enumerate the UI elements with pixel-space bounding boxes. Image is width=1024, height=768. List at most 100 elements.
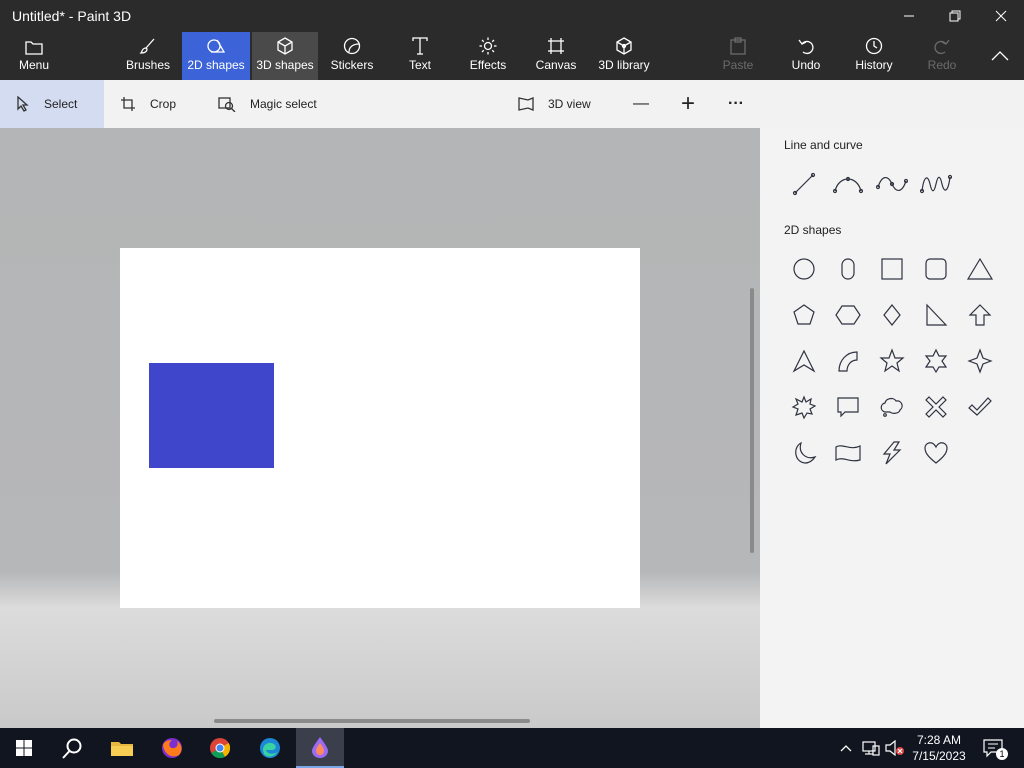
start-button[interactable] — [0, 728, 48, 768]
chrome-taskbar-button[interactable] — [196, 728, 244, 768]
crescent-shape[interactable] — [786, 435, 822, 471]
edge-icon — [260, 738, 280, 758]
select-tool[interactable]: Select — [0, 80, 104, 128]
windows-logo-icon — [16, 740, 32, 756]
close-button[interactable] — [978, 0, 1024, 32]
quarter-circle-shape[interactable] — [830, 343, 866, 379]
star-5-shape[interactable] — [874, 343, 910, 379]
quarter-circle-icon — [838, 351, 858, 372]
2d-shapes-tab[interactable]: 2D shapes — [182, 32, 250, 80]
3d-shapes-tab[interactable]: 3D shapes — [252, 32, 318, 80]
system-clock[interactable]: 7:28 AM 7/15/2023 — [908, 732, 970, 764]
minimize-button[interactable] — [886, 0, 932, 32]
minimize-icon — [904, 15, 914, 17]
arrow-up-icon — [968, 304, 992, 326]
paint-3d-taskbar-button[interactable] — [296, 728, 344, 768]
brushes-label: Brushes — [125, 58, 171, 72]
rounded-square-shape[interactable] — [918, 251, 954, 287]
x-shape[interactable] — [918, 389, 954, 425]
stickers-label: Stickers — [330, 58, 374, 72]
banner-icon — [835, 445, 861, 462]
burst-shape[interactable] — [786, 389, 822, 425]
more-options-label: ··· — [728, 95, 744, 112]
hexagon-shape[interactable] — [830, 297, 866, 333]
pill-shape[interactable] — [830, 251, 866, 287]
lightning-shape[interactable] — [874, 435, 910, 471]
text-label: Text — [408, 58, 431, 72]
star-4-shape[interactable] — [962, 343, 998, 379]
pentagon-shape[interactable] — [786, 297, 822, 333]
effects-tab[interactable]: Effects — [464, 32, 512, 80]
curve-tool[interactable] — [830, 166, 866, 202]
horizontal-scrollbar[interactable] — [214, 719, 530, 723]
folder-icon — [25, 41, 43, 55]
notification-center-button[interactable]: 1 — [980, 728, 1008, 768]
notification-count-badge: 1 — [996, 748, 1008, 760]
text-tab[interactable]: Text — [398, 32, 442, 80]
paste-button[interactable]: Paste — [716, 32, 760, 80]
firefox-taskbar-button[interactable] — [148, 728, 196, 768]
stickers-tab[interactable]: Stickers — [324, 32, 380, 80]
sun-icon — [479, 37, 497, 55]
collapse-ribbon-button[interactable] — [980, 32, 1020, 80]
close-icon — [995, 10, 1007, 22]
undo-button[interactable]: Undo — [784, 32, 828, 80]
square-shape[interactable] — [874, 251, 910, 287]
magic-select-tool[interactable]: Magic select — [218, 80, 338, 128]
canvas-workspace[interactable] — [0, 128, 760, 728]
blue-rectangle-shape[interactable] — [149, 363, 274, 468]
paint-3d-icon — [312, 737, 328, 758]
triangle-shape[interactable] — [962, 251, 998, 287]
line-and-curve-heading: Line and curve — [784, 138, 863, 152]
zoom-out-button[interactable]: — — [630, 80, 652, 128]
arrowhead-shape[interactable] — [786, 343, 822, 379]
thought-bubble-shape[interactable] — [874, 389, 910, 425]
3d-view-button[interactable]: 3D view — [518, 80, 608, 128]
network-button[interactable] — [860, 728, 882, 768]
file-explorer-icon — [111, 742, 133, 756]
3d-view-label: 3D view — [548, 97, 591, 111]
crop-tool[interactable]: Crop — [120, 80, 200, 128]
effects-label: Effects — [469, 58, 507, 72]
edge-taskbar-button[interactable] — [246, 728, 294, 768]
speech-bubble-shape[interactable] — [830, 389, 866, 425]
vertical-scrollbar[interactable] — [750, 288, 754, 553]
banner-shape[interactable] — [830, 435, 866, 471]
zoom-in-button[interactable]: + — [676, 80, 700, 128]
right-triangle-shape[interactable] — [918, 297, 954, 333]
paste-label: Paste — [722, 58, 754, 72]
brushes-tab[interactable]: Brushes — [116, 32, 180, 80]
drawing-canvas[interactable] — [120, 248, 640, 608]
search-button[interactable] — [48, 728, 96, 768]
line-tool[interactable] — [786, 166, 822, 202]
lightning-icon — [882, 441, 902, 465]
more-options-button[interactable]: ··· — [724, 80, 748, 128]
show-hidden-icons-button[interactable] — [836, 728, 856, 768]
circle-shape[interactable] — [786, 251, 822, 287]
menu-button[interactable]: Menu — [4, 32, 64, 80]
s-curve-icon — [876, 177, 908, 191]
heart-shape[interactable] — [918, 435, 954, 471]
file-explorer-taskbar-button[interactable] — [98, 728, 146, 768]
shapes-panel: Line and curve 2D shapes — [760, 128, 1024, 728]
square-icon — [881, 258, 903, 280]
four-point-star-icon — [967, 348, 993, 374]
3d-library-tab[interactable]: 3D library — [594, 32, 654, 80]
right-triangle-icon — [926, 303, 948, 326]
s-curve-tool[interactable] — [874, 166, 910, 202]
wave-curve-tool[interactable] — [918, 166, 954, 202]
sticker-icon — [343, 37, 361, 55]
star-6-shape[interactable] — [918, 343, 954, 379]
history-button[interactable]: History — [850, 32, 898, 80]
checkmark-shape[interactable] — [962, 389, 998, 425]
3d-library-label: 3D library — [598, 58, 650, 72]
restore-button[interactable] — [932, 0, 978, 32]
arrowhead-icon — [792, 349, 816, 373]
canvas-tab[interactable]: Canvas — [532, 32, 580, 80]
volume-button[interactable] — [884, 728, 906, 768]
diamond-shape[interactable] — [874, 297, 910, 333]
canvas-icon — [548, 38, 564, 54]
2d-shapes-heading: 2D shapes — [784, 223, 842, 237]
arrow-up-shape[interactable] — [962, 297, 998, 333]
redo-button[interactable]: Redo — [920, 32, 964, 80]
